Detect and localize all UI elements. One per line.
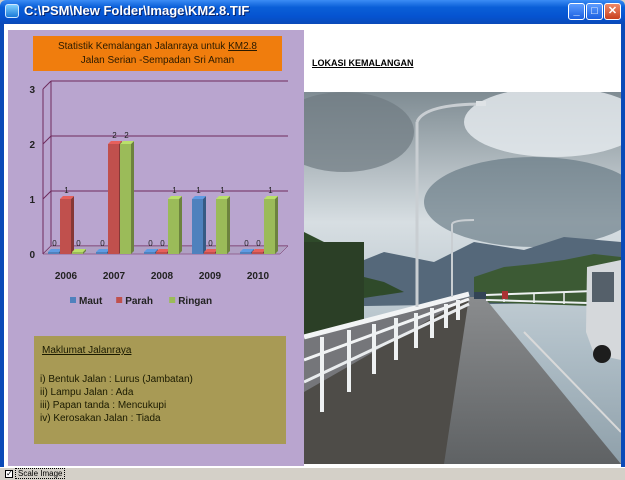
data-label: 1 <box>64 186 69 195</box>
bar <box>204 252 215 254</box>
bar-side <box>71 196 74 254</box>
window-frame-right <box>621 24 625 467</box>
x-tick-label: 2009 <box>199 271 222 282</box>
data-label: 0 <box>52 239 57 248</box>
bar-side <box>203 196 206 254</box>
app-icon[interactable] <box>5 4 19 18</box>
legend-label: Parah <box>125 296 153 307</box>
bar-side <box>227 196 230 254</box>
data-label: 0 <box>256 239 261 248</box>
bar <box>168 199 179 254</box>
data-label: 0 <box>100 239 105 248</box>
y-tick-label: 0 <box>29 250 35 261</box>
info-line: ii) Lampu Jalan : Ada <box>40 387 134 398</box>
data-label: 1 <box>196 186 201 195</box>
x-tick-label: 2008 <box>151 271 174 282</box>
legend-label: Maut <box>79 296 103 307</box>
data-label: 0 <box>148 239 153 248</box>
legend-label: Ringan <box>178 296 212 307</box>
bar <box>120 144 131 254</box>
bar-side <box>131 141 134 254</box>
title-bar[interactable]: C:\PSM\New Folder\Image\KM2.8.TIF _ □ ✕ <box>0 0 625 24</box>
accident-bar-chart: 0123010200602 220070 01200810120090 012010M… <box>29 80 289 307</box>
data-label: 1 <box>220 186 225 195</box>
location-label: LOKASI KEMALANGAN <box>312 58 414 68</box>
y-tick-label: 3 <box>29 85 35 96</box>
bar <box>60 199 71 254</box>
bar <box>108 144 119 254</box>
data-label: 0 <box>76 239 81 248</box>
chart-title-box: Statistik Kemalangan Jalanraya untuk KM2… <box>33 36 282 71</box>
data-label: 2 <box>112 131 117 140</box>
bar <box>96 252 107 254</box>
bar-side <box>179 196 182 254</box>
data-label: 1 <box>268 186 273 195</box>
y-tick-label: 1 <box>29 195 35 206</box>
bar <box>72 252 83 254</box>
bar <box>216 199 227 254</box>
data-label: 0 <box>244 239 249 248</box>
x-tick-label: 2010 <box>247 271 270 282</box>
maximize-button[interactable]: □ <box>586 3 603 20</box>
bar <box>192 199 203 254</box>
x-tick-label: 2007 <box>103 271 126 282</box>
data-label: 0 <box>160 239 165 248</box>
bar <box>264 199 275 254</box>
window-title: C:\PSM\New Folder\Image\KM2.8.TIF <box>24 3 250 18</box>
legend-swatch <box>169 297 176 303</box>
road-info-box: Maklumat Jalanraya i) Bentuk Jalan : Lur… <box>34 336 286 444</box>
minimize-button[interactable]: _ <box>568 3 585 20</box>
chart-title-km: KM2.8 <box>228 41 257 52</box>
chart-title-line2: Jalan Serian -Sempadan Sri Aman <box>80 55 235 66</box>
gridline-diagonal <box>42 80 52 90</box>
data-label: 1 <box>172 186 177 195</box>
info-line: i) Bentuk Jalan : Lurus (Jambatan) <box>40 374 193 385</box>
info-line: iv) Kerosakan Jalan : Tiada <box>40 413 161 424</box>
gridline-diagonal <box>42 190 52 200</box>
gridline-diagonal <box>42 135 52 145</box>
data-label: 0 <box>208 239 213 248</box>
bar <box>144 252 155 254</box>
info-line: iii) Papan tanda : Mencukupi <box>40 400 167 411</box>
chart-title-prefix: Statistik Kemalangan Jalanraya untuk <box>57 41 229 52</box>
accident-location-photo <box>304 92 621 464</box>
data-label: 2 <box>124 131 129 140</box>
close-button[interactable]: ✕ <box>604 3 621 20</box>
info-title: Maklumat Jalanraya <box>42 345 132 356</box>
legend-swatch <box>116 297 123 303</box>
bar <box>48 252 59 254</box>
bar <box>252 252 263 254</box>
x-tick-label: 2006 <box>55 271 78 282</box>
bar <box>240 252 251 254</box>
y-tick-label: 2 <box>29 140 35 151</box>
scale-image-checkbox[interactable]: ✓ <box>5 470 13 478</box>
bar <box>156 252 167 254</box>
status-bar: ✓ Scale Image <box>0 467 625 480</box>
chart-title-line1: Statistik Kemalangan Jalanraya untuk KM2… <box>33 40 282 54</box>
bar-side <box>275 196 278 254</box>
scale-image-label[interactable]: Scale Image <box>15 468 66 479</box>
legend-swatch <box>70 297 76 303</box>
